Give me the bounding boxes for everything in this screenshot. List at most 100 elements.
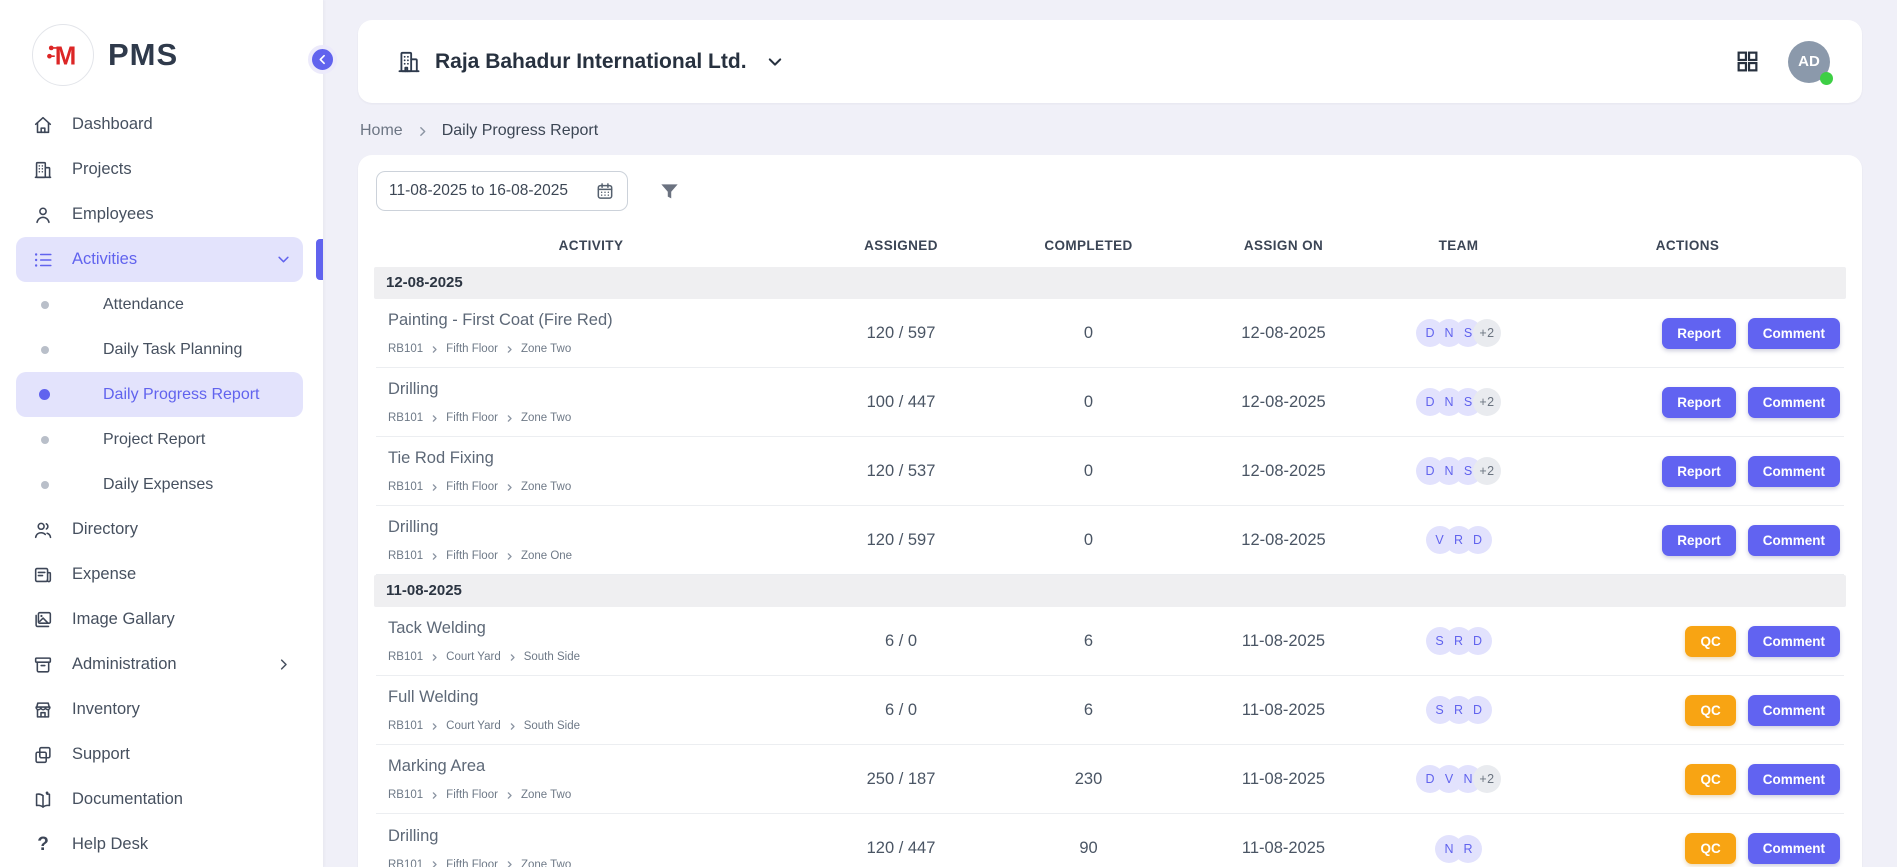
report-button[interactable]: Report bbox=[1662, 387, 1736, 418]
sidebar-item-projects[interactable]: Projects bbox=[16, 147, 303, 192]
team-member-avatar[interactable]: D bbox=[1464, 696, 1492, 724]
comment-button[interactable]: Comment bbox=[1748, 318, 1840, 349]
people-icon bbox=[31, 518, 55, 542]
team-more-avatar[interactable]: +2 bbox=[1473, 319, 1501, 347]
qc-button[interactable]: QC bbox=[1685, 626, 1735, 657]
comment-button[interactable]: Comment bbox=[1748, 525, 1840, 556]
assigned-value: 120 / 537 bbox=[806, 462, 996, 481]
sidebar-item-support[interactable]: Support bbox=[16, 732, 303, 777]
report-button[interactable]: Report bbox=[1662, 318, 1736, 349]
sidebar-collapse-button[interactable] bbox=[308, 45, 337, 74]
team-member-avatar[interactable]: D bbox=[1464, 526, 1492, 554]
sidebar-item-dashboard[interactable]: Dashboard bbox=[16, 102, 303, 147]
report-button[interactable]: Report bbox=[1662, 456, 1736, 487]
qc-button[interactable]: QC bbox=[1685, 695, 1735, 726]
activity-path: RB101Court YardSouth Side bbox=[388, 651, 800, 663]
comment-button[interactable]: Comment bbox=[1748, 833, 1840, 864]
avatar-initials: AD bbox=[1798, 53, 1820, 70]
team-more-avatar[interactable]: +2 bbox=[1473, 388, 1501, 416]
activity-cell: Full Welding RB101Court YardSouth Side bbox=[376, 678, 806, 742]
sidebar-item-daily-task-planning[interactable]: Daily Task Planning bbox=[16, 327, 303, 372]
comment-button[interactable]: Comment bbox=[1748, 764, 1840, 795]
team-member-avatar[interactable]: R bbox=[1454, 835, 1482, 863]
comment-button[interactable]: Comment bbox=[1748, 626, 1840, 657]
sidebar-item-administration[interactable]: Administration bbox=[16, 642, 303, 687]
activity-cell: Tack Welding RB101Court YardSouth Side bbox=[376, 609, 806, 673]
qc-button[interactable]: QC bbox=[1685, 833, 1735, 864]
sidebar-item-directory[interactable]: Directory bbox=[16, 507, 303, 552]
breadcrumb: Home Daily Progress Report bbox=[358, 103, 1862, 155]
path-segment: Zone One bbox=[521, 550, 572, 562]
team-more-avatar[interactable]: +2 bbox=[1473, 457, 1501, 485]
list-icon bbox=[31, 248, 55, 272]
table-row: Drilling RB101Fifth FloorZone Two 120 / … bbox=[376, 814, 1844, 867]
assign-on-value: 11-08-2025 bbox=[1181, 770, 1386, 789]
activity-title[interactable]: Painting - First Coat (Fire Red) bbox=[388, 311, 800, 330]
bullet-icon bbox=[39, 389, 50, 400]
table-row: Marking Area RB101Fifth FloorZone Two 25… bbox=[376, 745, 1844, 814]
activity-cell: Drilling RB101Fifth FloorZone One bbox=[376, 508, 806, 572]
qc-button[interactable]: QC bbox=[1685, 764, 1735, 795]
path-segment: Fifth Floor bbox=[446, 550, 498, 562]
activity-cell: Painting - First Coat (Fire Red) RB101Fi… bbox=[376, 301, 806, 365]
completed-value: 0 bbox=[996, 324, 1181, 343]
assign-on-value: 11-08-2025 bbox=[1181, 701, 1386, 720]
chevron-right-icon bbox=[430, 791, 439, 800]
comment-button[interactable]: Comment bbox=[1748, 456, 1840, 487]
comment-button[interactable]: Comment bbox=[1748, 387, 1840, 418]
date-range-input[interactable]: 11-08-2025 to 16-08-2025 bbox=[376, 171, 628, 211]
assigned-value: 120 / 597 bbox=[806, 531, 996, 550]
logo[interactable]: M PMS bbox=[0, 0, 323, 100]
sidebar-item-project-report[interactable]: Project Report bbox=[16, 417, 303, 462]
chevron-right-icon bbox=[505, 414, 514, 423]
active-accent-bar bbox=[316, 239, 323, 280]
breadcrumb-current: Daily Progress Report bbox=[442, 122, 599, 140]
column-header-assigned: Assigned bbox=[806, 238, 996, 253]
topbar: Raja Bahadur International Ltd. AD bbox=[358, 20, 1862, 103]
activity-title[interactable]: Marking Area bbox=[388, 757, 800, 776]
apps-grid-icon[interactable] bbox=[1735, 49, 1760, 74]
team-more-avatar[interactable]: +2 bbox=[1473, 765, 1501, 793]
completed-value: 90 bbox=[996, 839, 1181, 858]
activity-title[interactable]: Drilling bbox=[388, 518, 800, 537]
table-row: Tie Rod Fixing RB101Fifth FloorZone Two … bbox=[376, 437, 1844, 506]
team-member-avatar[interactable]: D bbox=[1464, 627, 1492, 655]
sidebar-item-attendance[interactable]: Attendance bbox=[16, 282, 303, 327]
archive-icon bbox=[31, 653, 55, 677]
calendar-icon bbox=[595, 181, 615, 201]
sidebar-item-employees[interactable]: Employees bbox=[16, 192, 303, 237]
home-icon bbox=[31, 113, 55, 137]
sidebar-item-help-desk[interactable]: ?Help Desk bbox=[16, 822, 303, 867]
team-avatars: SRD bbox=[1386, 696, 1531, 724]
filter-icon[interactable] bbox=[658, 180, 681, 203]
bullet-icon bbox=[41, 346, 49, 354]
team-avatars: DNS+2 bbox=[1386, 388, 1531, 416]
activity-title[interactable]: Drilling bbox=[388, 827, 800, 846]
sidebar-item-inventory[interactable]: Inventory bbox=[16, 687, 303, 732]
sidebar-item-image-gallary[interactable]: Image Gallary bbox=[16, 597, 303, 642]
assign-on-value: 11-08-2025 bbox=[1181, 839, 1386, 858]
assigned-value: 6 / 0 bbox=[806, 701, 996, 720]
activity-title[interactable]: Drilling bbox=[388, 380, 800, 399]
logo-text: PMS bbox=[108, 37, 178, 73]
person-icon bbox=[31, 203, 55, 227]
sidebar-item-expense[interactable]: Expense bbox=[16, 552, 303, 597]
user-avatar[interactable]: AD bbox=[1788, 41, 1830, 83]
activity-title[interactable]: Tack Welding bbox=[388, 619, 800, 638]
completed-value: 0 bbox=[996, 531, 1181, 550]
chevron-right-icon bbox=[505, 860, 514, 867]
company-selector[interactable]: Raja Bahadur International Ltd. bbox=[396, 49, 784, 75]
activity-path: RB101Fifth FloorZone One bbox=[388, 550, 800, 562]
activity-title[interactable]: Full Welding bbox=[388, 688, 800, 707]
sidebar-item-daily-expenses[interactable]: Daily Expenses bbox=[16, 462, 303, 507]
store-icon bbox=[31, 698, 55, 722]
bullet-icon bbox=[41, 481, 49, 489]
breadcrumb-home[interactable]: Home bbox=[360, 122, 403, 140]
sidebar-item-activities[interactable]: Activities bbox=[16, 237, 303, 282]
activity-title[interactable]: Tie Rod Fixing bbox=[388, 449, 800, 468]
sidebar-item-documentation[interactable]: Documentation bbox=[16, 777, 303, 822]
comment-button[interactable]: Comment bbox=[1748, 695, 1840, 726]
path-segment: Zone Two bbox=[521, 412, 571, 424]
report-button[interactable]: Report bbox=[1662, 525, 1736, 556]
sidebar-item-daily-progress-report[interactable]: Daily Progress Report bbox=[16, 372, 303, 417]
